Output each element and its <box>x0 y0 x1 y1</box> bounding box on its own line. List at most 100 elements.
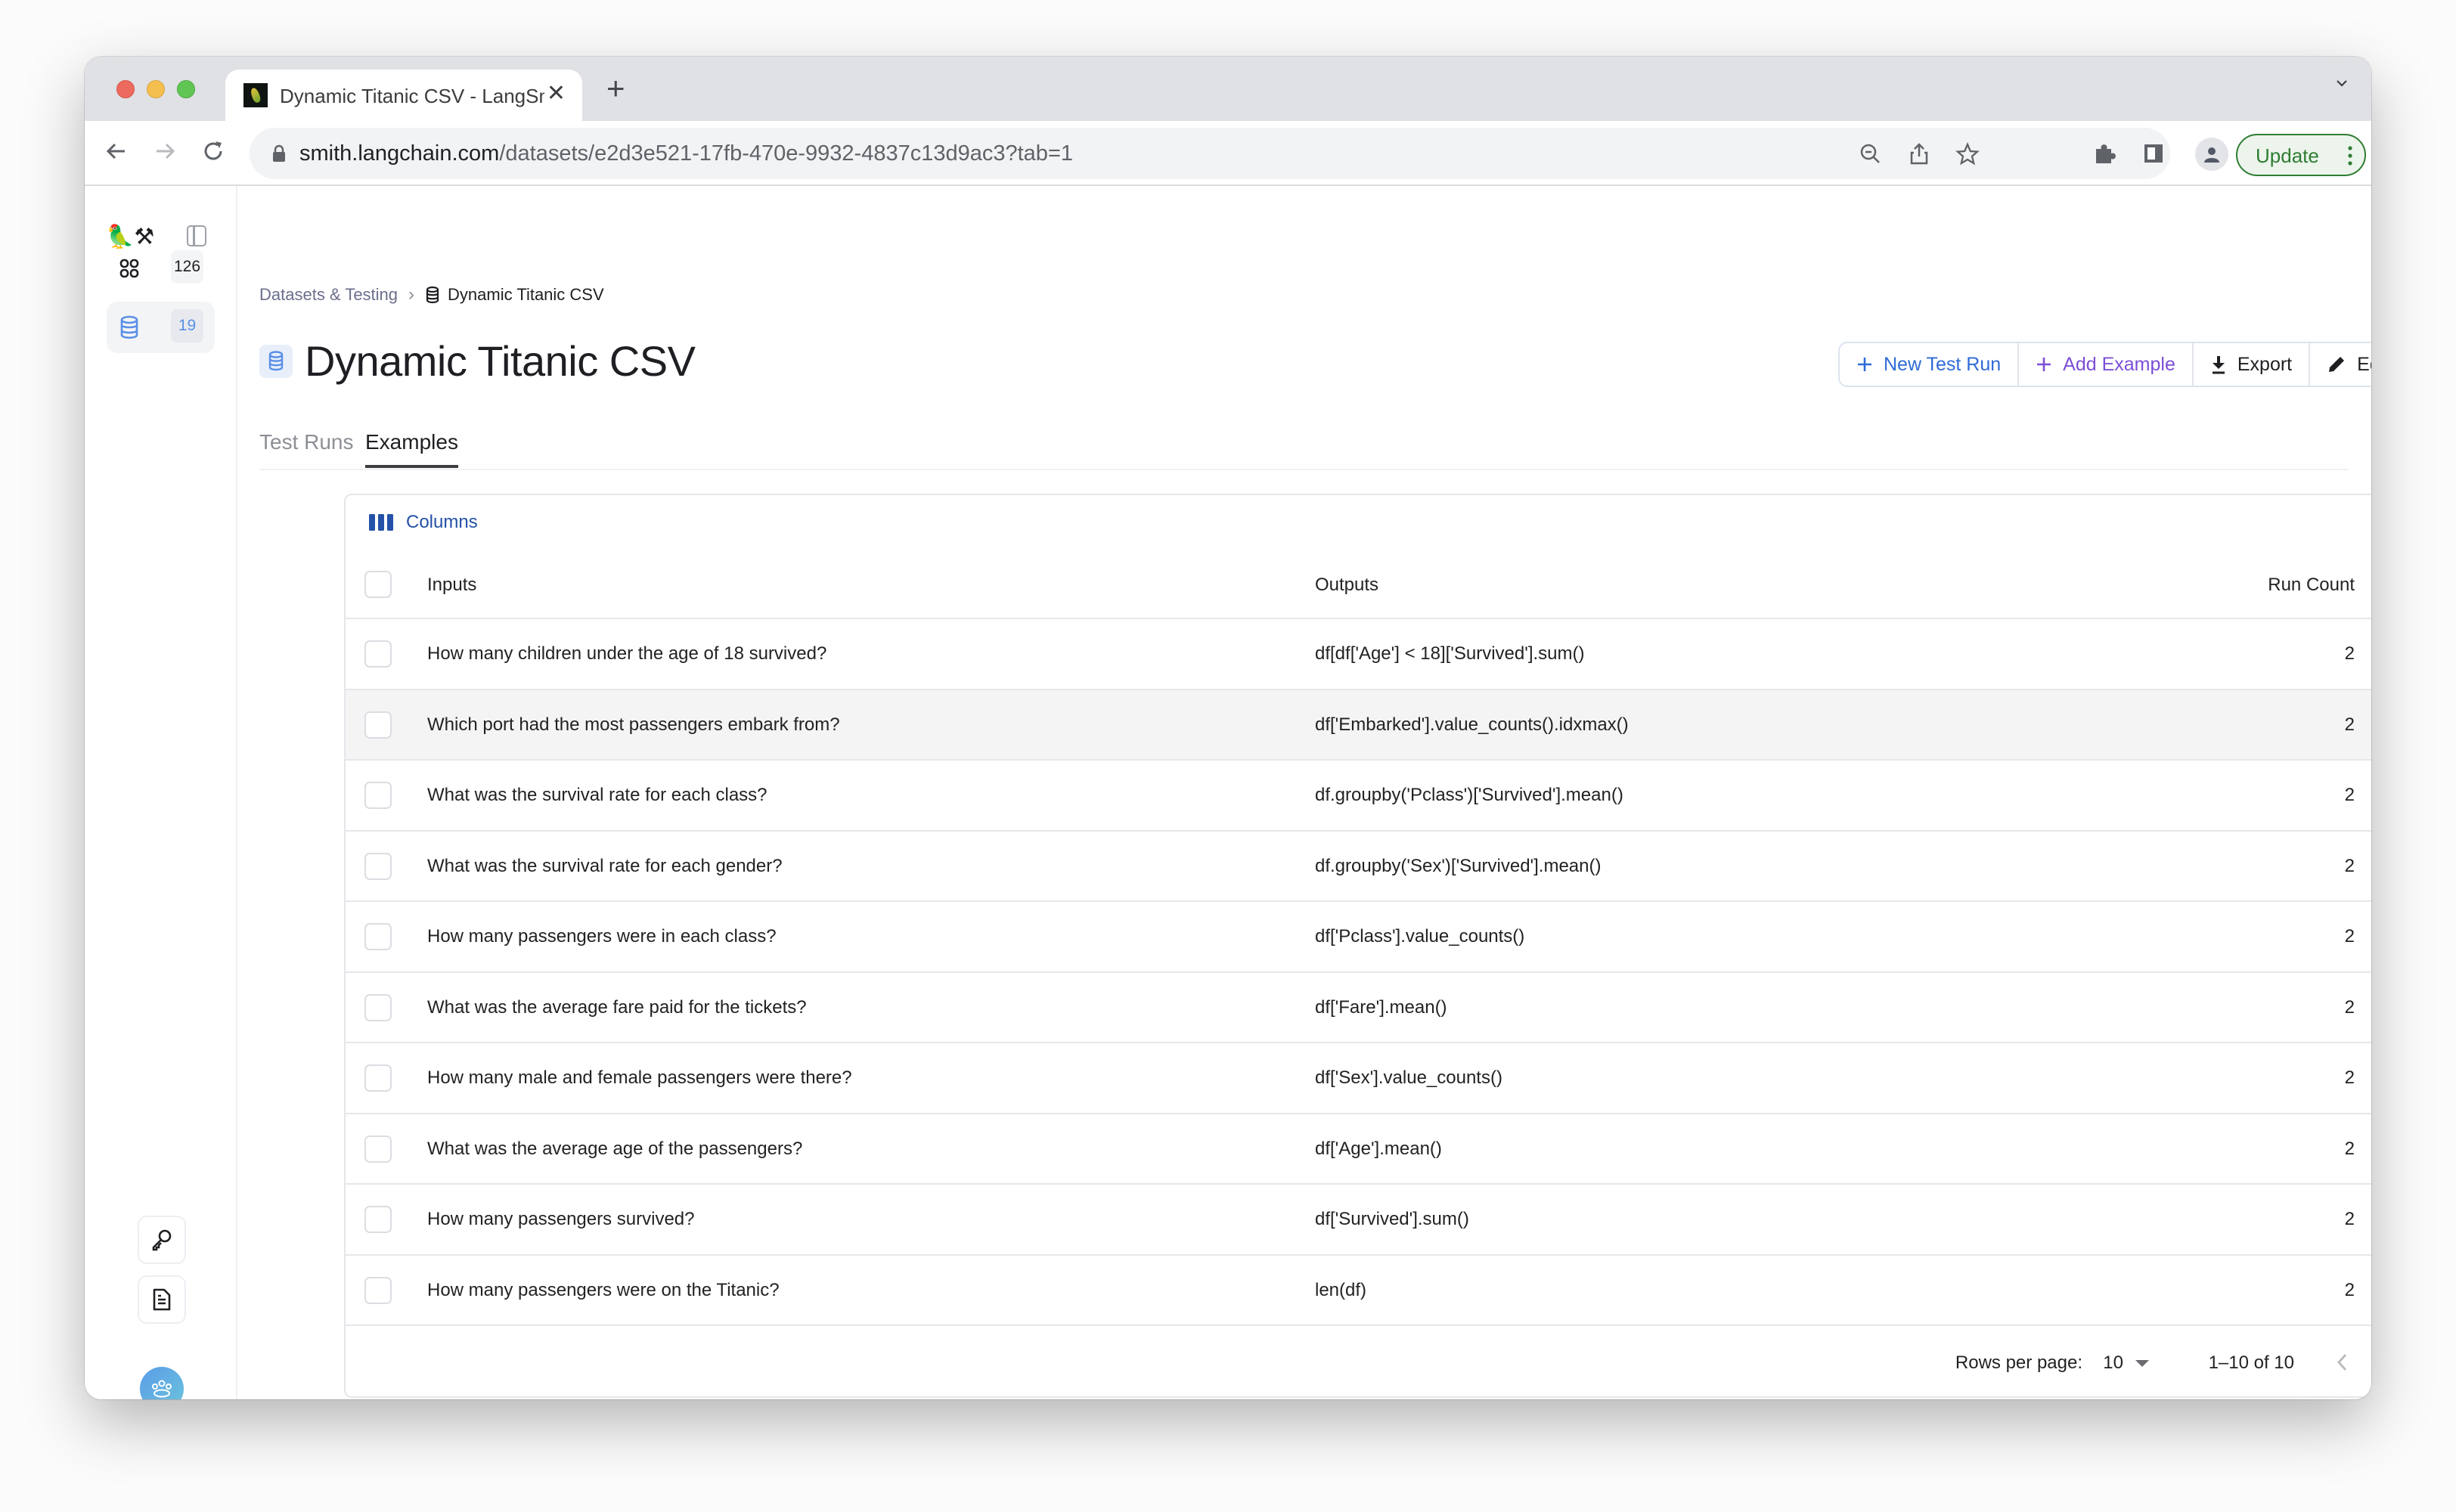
breadcrumb-datasets-link[interactable]: Datasets & Testing <box>259 285 398 305</box>
rows-per-page-select[interactable]: 10 <box>2103 1352 2149 1374</box>
header-run-count[interactable]: Run Count <box>2268 575 2355 596</box>
minimize-window-button[interactable] <box>147 80 165 98</box>
zoom-out-icon[interactable] <box>1859 142 1883 166</box>
edit-button[interactable]: Edit <box>2309 343 2371 386</box>
new-test-run-button[interactable]: New Test Run <box>1840 343 2017 386</box>
row-checkbox[interactable] <box>364 711 392 739</box>
more-icon <box>2348 146 2352 166</box>
browser-toolbar: smith.langchain.com/datasets/e2d3e521-17… <box>85 121 2371 186</box>
new-tab-button[interactable]: + <box>606 70 625 107</box>
update-button[interactable]: Update <box>2236 134 2366 176</box>
table-row[interactable]: How many passengers were in each class? d… <box>346 902 2371 973</box>
extensions-icon[interactable] <box>2092 141 2118 166</box>
row-checkbox[interactable] <box>364 852 392 880</box>
cell-output: df['Embarked'].value_counts().idxmax() <box>1315 714 1629 735</box>
edit-label: Edit <box>2357 353 2371 375</box>
table-row[interactable]: What was the survival rate for each clas… <box>346 761 2371 832</box>
cell-output: len(df) <box>1315 1279 1367 1300</box>
reload-icon <box>204 141 222 160</box>
row-checkbox[interactable] <box>364 1064 392 1092</box>
projects-count-badge: 126 <box>171 250 203 284</box>
breadcrumb-current: Dynamic Titanic CSV <box>425 285 604 305</box>
bookmark-star-icon[interactable] <box>1955 142 1980 166</box>
side-panel-icon[interactable] <box>2141 141 2166 166</box>
header-outputs[interactable]: Outputs <box>1315 575 1378 596</box>
tab-close-icon[interactable]: ✕ <box>547 80 566 107</box>
address-bar[interactable]: smith.langchain.com/datasets/e2d3e521-17… <box>250 128 2170 179</box>
table-row[interactable]: How many children under the age of 18 su… <box>346 619 2371 690</box>
api-keys-button[interactable] <box>138 1216 186 1264</box>
table-row[interactable]: How many male and female passengers were… <box>346 1043 2371 1114</box>
sidebar-item-projects[interactable]: 126 <box>107 243 215 294</box>
pagination-range: 1–10 of 10 <box>2208 1352 2294 1373</box>
documentation-button[interactable] <box>138 1275 186 1324</box>
row-checkbox[interactable] <box>364 993 392 1021</box>
columns-icon <box>369 514 393 531</box>
reload-button[interactable] <box>198 136 228 166</box>
main-content: Datasets & Testing › Dynamic Titanic CSV… <box>259 186 2371 1399</box>
datasets-count-badge: 19 <box>171 309 203 342</box>
langsmith-favicon-icon <box>243 83 268 107</box>
columns-label: Columns <box>406 512 478 532</box>
cell-input: How many passengers survived? <box>427 1209 695 1229</box>
cell-run-count: 2 <box>2344 714 2355 735</box>
select-all-checkbox[interactable] <box>364 571 392 598</box>
cell-input: What was the average fare paid for the t… <box>427 996 807 1018</box>
lock-icon <box>273 144 285 162</box>
tab-examples[interactable]: Examples <box>365 430 458 468</box>
forward-button[interactable] <box>150 136 180 166</box>
dropdown-caret-icon <box>2135 1359 2149 1367</box>
profile-icon <box>2204 147 2219 163</box>
header-inputs[interactable]: Inputs <box>427 575 476 596</box>
table-row[interactable]: How many passengers survived? df['Survive… <box>346 1185 2371 1256</box>
new-test-run-label: New Test Run <box>1884 353 2002 375</box>
row-checkbox[interactable] <box>364 1206 392 1233</box>
maximize-window-button[interactable] <box>177 80 195 98</box>
row-checkbox[interactable] <box>364 1135 392 1163</box>
plus-icon <box>1858 358 1871 371</box>
sidebar-item-datasets[interactable]: 19 <box>107 302 215 353</box>
organization-avatar[interactable] <box>140 1367 184 1399</box>
back-button[interactable] <box>101 136 132 166</box>
breadcrumb-separator-icon: › <box>408 284 415 305</box>
row-checkbox[interactable] <box>364 923 392 950</box>
add-example-label: Add Example <box>2063 353 2175 375</box>
cell-input: What was the survival rate for each gend… <box>427 855 783 876</box>
browser-tab-active[interactable]: Dynamic Titanic CSV - LangSmith ✕ <box>225 70 582 121</box>
profile-button[interactable] <box>2195 138 2228 171</box>
table-row[interactable]: What was the average age of the passenge… <box>346 1114 2371 1185</box>
columns-button[interactable]: Columns <box>368 512 478 533</box>
table-pagination: Rows per page: 10 1–10 of 10 <box>346 1328 2371 1396</box>
cell-output: df['Fare'].mean() <box>1315 996 1447 1018</box>
row-checkbox[interactable] <box>364 1276 392 1304</box>
dataset-title-icon <box>259 344 293 378</box>
page-tabs: Test Runs Examples <box>259 417 2349 470</box>
row-checkbox[interactable] <box>364 782 392 809</box>
table-row[interactable]: What was the average fare paid for the t… <box>346 973 2371 1043</box>
chevron-left-icon <box>2337 1353 2347 1371</box>
datasets-database-icon <box>120 315 138 339</box>
share-icon[interactable] <box>1907 142 1931 166</box>
previous-page-button[interactable] <box>2330 1349 2353 1375</box>
cell-input: How many children under the age of 18 su… <box>427 643 827 664</box>
page-title: Dynamic Titanic CSV <box>305 337 696 385</box>
organization-group-icon <box>152 1380 172 1398</box>
add-example-button[interactable]: Add Example <box>2017 343 2192 386</box>
url-text[interactable]: smith.langchain.com/datasets/e2d3e521-17… <box>299 141 1073 166</box>
langsmith-app: 🦜⚒ 126 19 Datasets & Testing › Dynamic T… <box>85 186 2371 1399</box>
export-button[interactable]: Export <box>2191 343 2309 386</box>
cell-output: df.groupby('Sex')['Survived'].mean() <box>1315 855 1602 876</box>
tab-test-runs[interactable]: Test Runs <box>259 430 354 465</box>
table-row[interactable]: How many passengers were on the Titanic?… <box>346 1256 2371 1326</box>
tab-search-chevron-icon[interactable] <box>2335 76 2349 90</box>
api-key-icon <box>152 1229 172 1251</box>
examples-table: Columns Inputs Outputs Run Count How man… <box>344 494 2371 1398</box>
table-row[interactable]: Which port had the most passengers embar… <box>346 689 2371 761</box>
close-window-button[interactable] <box>116 80 135 98</box>
row-checkbox[interactable] <box>364 640 392 668</box>
cell-input: What was the average age of the passenge… <box>427 1138 803 1159</box>
cell-input: What was the survival rate for each clas… <box>427 785 768 805</box>
url-domain: smith.langchain.com <box>299 141 500 166</box>
table-row[interactable]: What was the survival rate for each gend… <box>346 832 2371 902</box>
documentation-icon <box>153 1288 171 1311</box>
